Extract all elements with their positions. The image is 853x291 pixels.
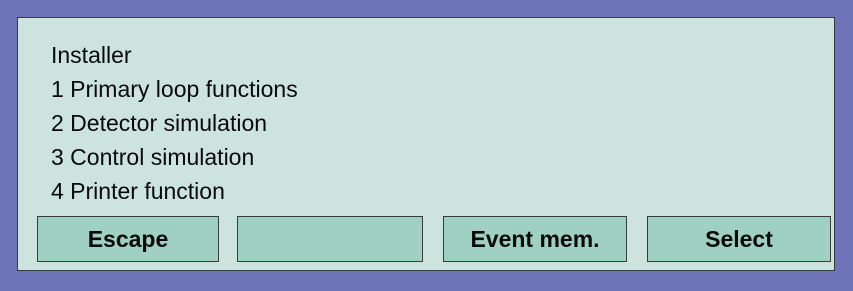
menu-item-control-simulation[interactable]: 3 Control simulation — [51, 140, 298, 174]
menu-item-detector-simulation[interactable]: 2 Detector simulation — [51, 106, 298, 140]
event-memory-button[interactable]: Event mem. — [443, 216, 627, 262]
select-button[interactable]: Select — [647, 216, 831, 262]
menu-title: Installer — [51, 42, 132, 68]
menu-list: Installer 1 Primary loop functions 2 Det… — [51, 38, 298, 208]
menu-item-printer-function[interactable]: 4 Printer function — [51, 174, 298, 208]
menu-item-primary-loop-functions[interactable]: 1 Primary loop functions — [51, 72, 298, 106]
blank-softkey-button[interactable] — [237, 216, 423, 262]
display-panel: Installer 1 Primary loop functions 2 Det… — [17, 17, 835, 271]
escape-button[interactable]: Escape — [37, 216, 219, 262]
